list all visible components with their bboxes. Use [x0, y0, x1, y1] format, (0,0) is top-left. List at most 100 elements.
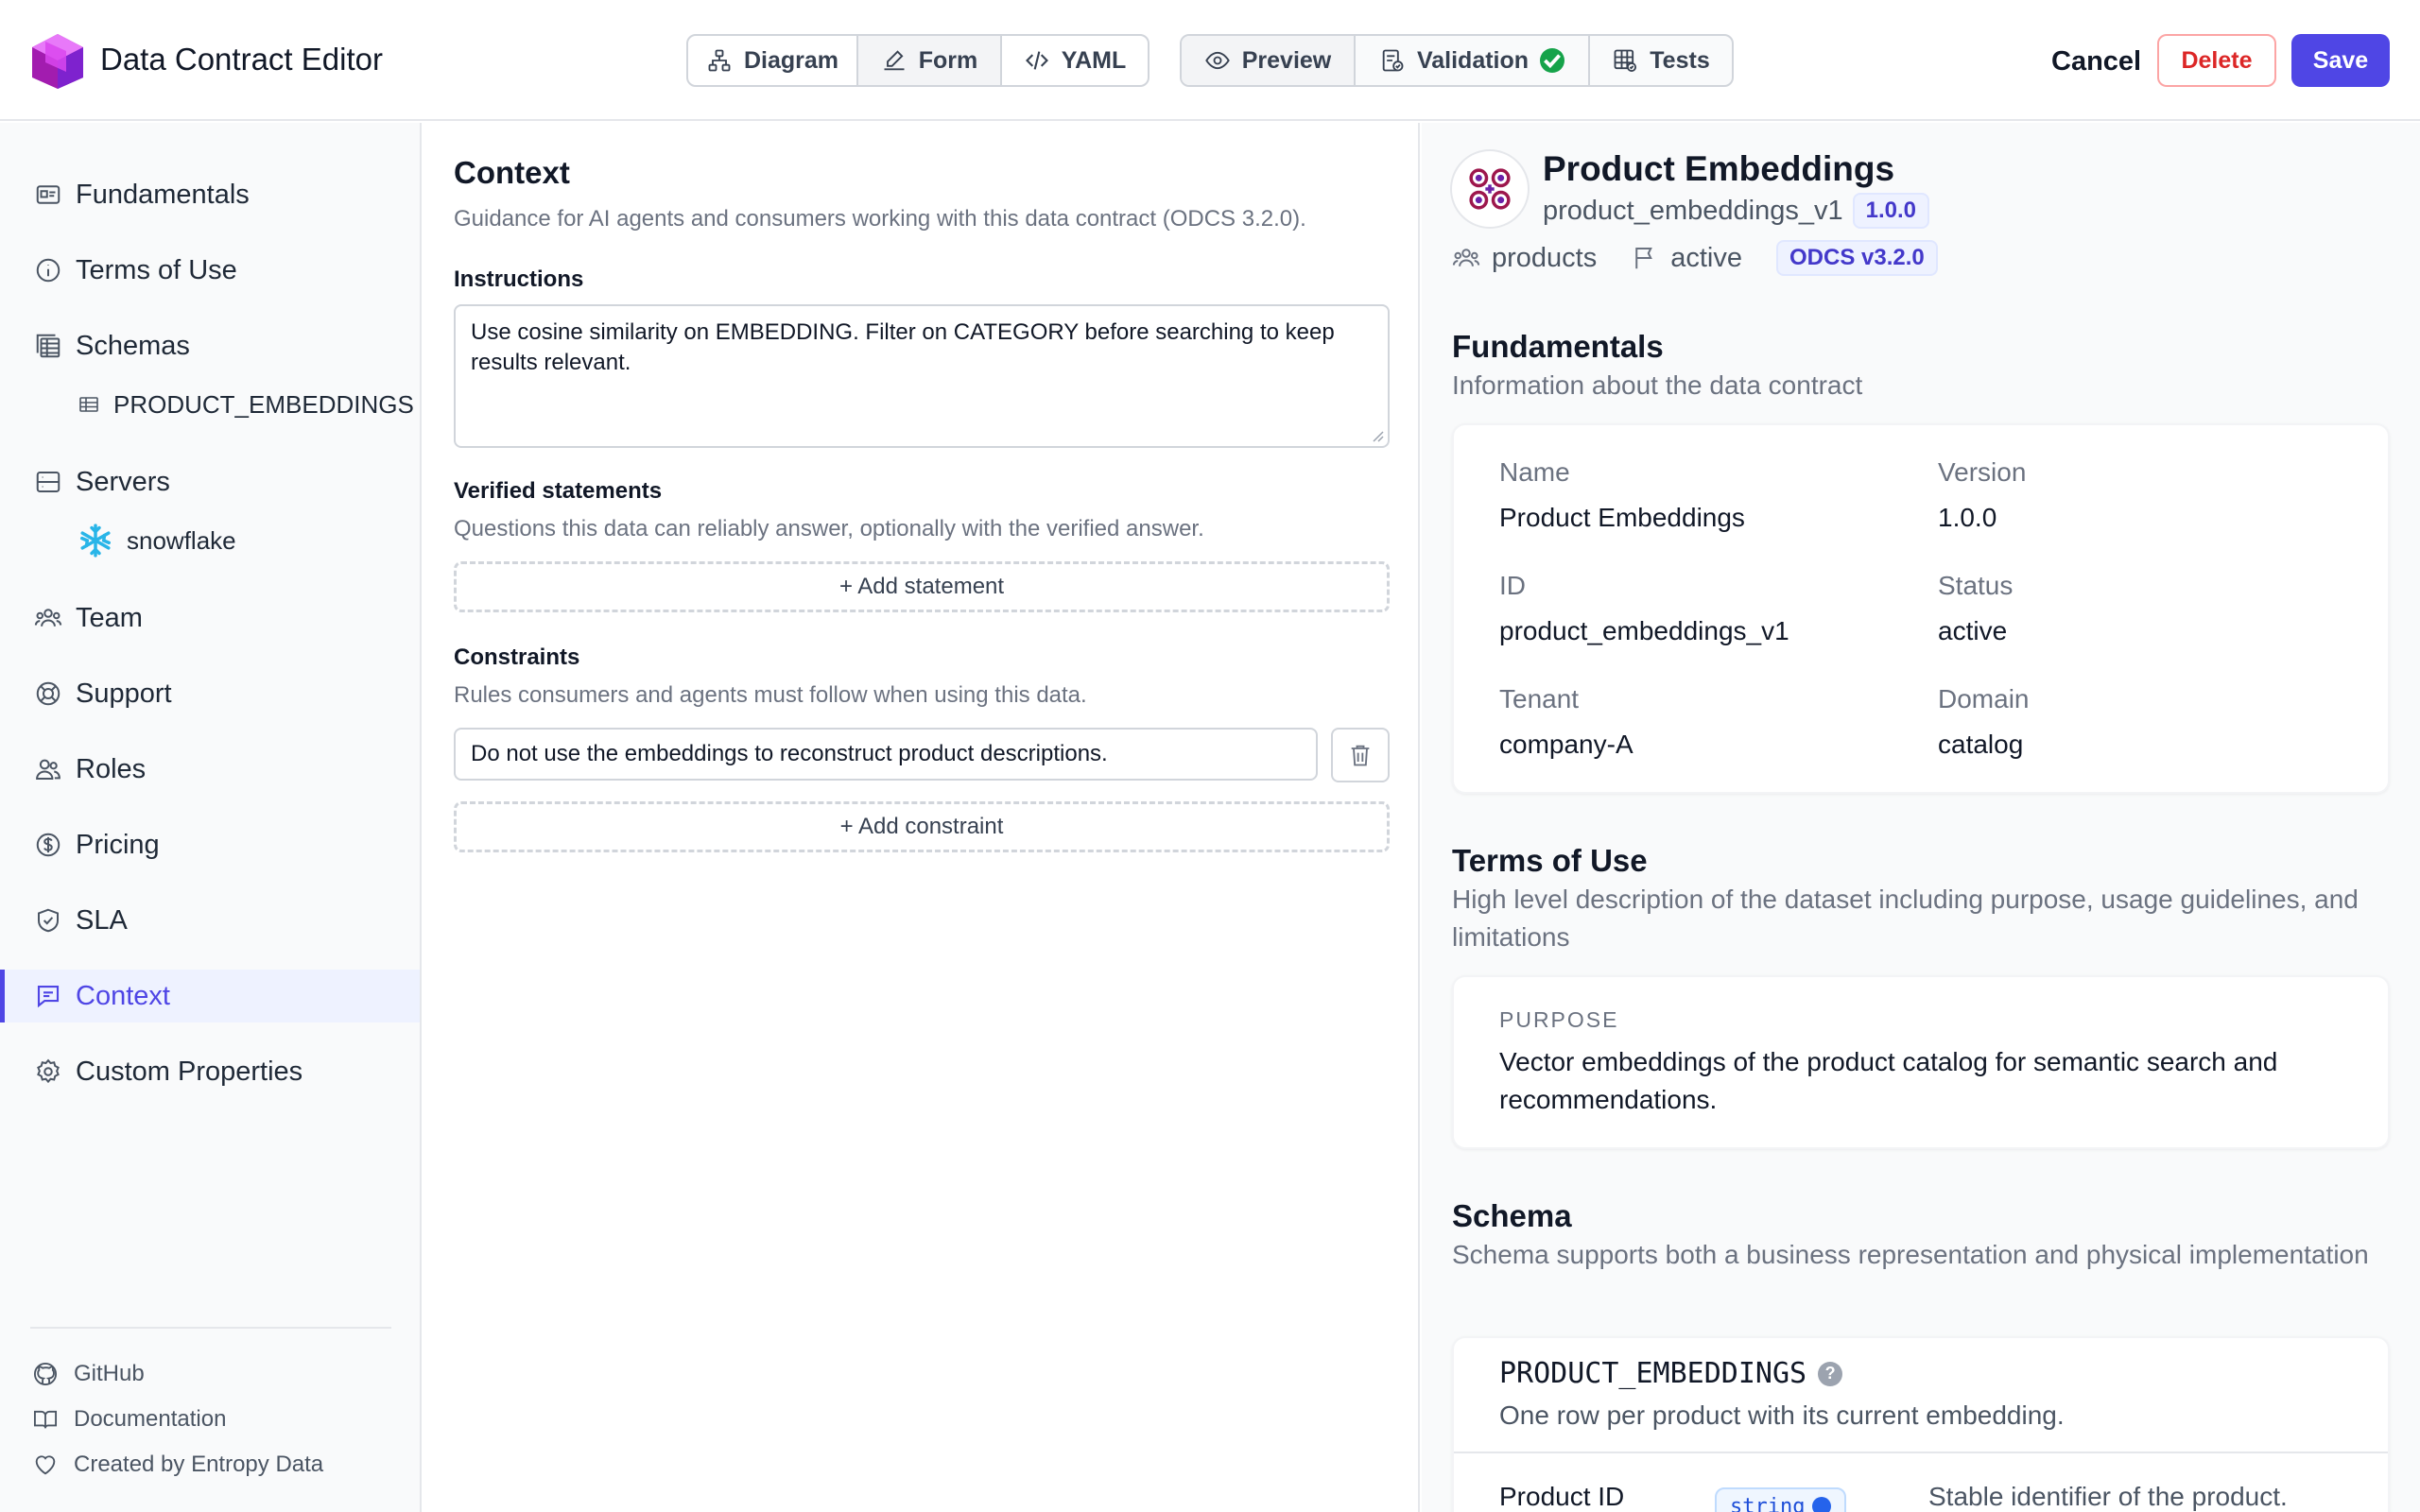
field-value: active	[1938, 616, 2008, 645]
field-label: ID	[1499, 571, 1526, 600]
shield-check-icon	[38, 908, 59, 933]
constraints-label: Constraints	[454, 644, 580, 670]
sidebar-item-label: Schemas	[76, 330, 190, 361]
footer-link-entropy-data[interactable]: Created by Entropy Data	[32, 1448, 323, 1482]
save-button[interactable]: Save	[2291, 34, 2390, 87]
schema-table-name-text: PRODUCT_EMBEDDINGS	[1499, 1357, 1807, 1390]
column-type: string	[1730, 1494, 1806, 1512]
terms-heading: Terms of Use	[1452, 843, 1648, 878]
contract-logo-icon	[1469, 168, 1511, 210]
tab-yaml[interactable]: YAML	[1002, 36, 1148, 85]
info-dot-icon	[1812, 1497, 1832, 1512]
contract-preview: Product Embeddings product_embeddings_v1…	[1422, 123, 2420, 1512]
sidebar: Fundamentals Terms of Use Schemas PRODUC…	[0, 123, 422, 1512]
purpose-text: Vector embeddings of the product catalog…	[1499, 1047, 2278, 1114]
sidebar-item-label: Pricing	[76, 829, 160, 860]
sidebar-item-roles[interactable]: Roles	[0, 743, 420, 796]
support-icon	[36, 681, 60, 706]
tab-form[interactable]: Form	[858, 36, 1002, 85]
app-header: Data Contract Editor Diagram Form YAML P…	[0, 0, 2420, 121]
tab-validation[interactable]: Validation	[1356, 36, 1590, 85]
add-constraint-button[interactable]: + Add constraint	[454, 801, 1390, 852]
sidebar-item-support[interactable]: Support	[0, 667, 420, 720]
app-logo-icon	[32, 34, 83, 89]
server-icon	[36, 472, 60, 492]
sidebar-item-pricing[interactable]: Pricing	[0, 818, 420, 871]
schema-divider	[1454, 1452, 2388, 1453]
tests-icon	[1614, 49, 1637, 73]
schema-subtitle: Schema supports both a business represen…	[1452, 1240, 2369, 1269]
terms-subtitle: High level description of the dataset in…	[1452, 885, 2359, 952]
field-label: Status	[1938, 571, 2014, 600]
github-icon	[33, 1362, 58, 1386]
info-icon	[36, 258, 60, 283]
verified-statements-help: Questions this data can reliably answer,…	[454, 516, 1204, 541]
instructions-value: Use cosine similarity on EMBEDDING. Filt…	[471, 319, 1335, 375]
instructions-textarea[interactable]: Use cosine similarity on EMBEDDING. Filt…	[454, 304, 1390, 448]
contract-meta: products active ODCS v3.2.0	[1452, 240, 1938, 276]
view-switcher: Diagram Form YAML	[686, 34, 1150, 87]
sidebar-item-label: Team	[76, 602, 143, 633]
field-label: Version	[1938, 457, 2027, 487]
version-badge: 1.0.0	[1852, 193, 1930, 229]
fundamentals-heading: Fundamentals	[1452, 329, 1664, 364]
schema-child-label: PRODUCT_EMBEDDINGS	[113, 389, 414, 419]
sidebar-item-context[interactable]: Context	[0, 970, 420, 1022]
sidebar-item-fundamentals[interactable]: Fundamentals	[0, 168, 420, 221]
tab-preview[interactable]: Preview	[1182, 36, 1356, 85]
sidebar-item-label: Servers	[76, 466, 170, 497]
validation-icon	[1382, 49, 1404, 72]
resize-grip-icon[interactable]	[1371, 429, 1384, 442]
sidebar-item-schemas[interactable]: Schemas	[0, 319, 420, 372]
heart-icon	[35, 1455, 56, 1475]
sidebar-item-servers[interactable]: Servers	[0, 455, 420, 508]
cancel-button[interactable]: Cancel	[2051, 38, 2141, 85]
contract-id: product_embeddings_v1	[1543, 195, 1843, 226]
constraint-value: Do not use the embeddings to reconstruct…	[471, 741, 1108, 766]
field-value: catalog	[1938, 730, 2024, 759]
tab-validation-label: Validation	[1416, 46, 1530, 74]
footer-link-label: GitHub	[74, 1361, 145, 1386]
section-description: Guidance for AI agents and consumers wor…	[454, 206, 1306, 232]
sidebar-schema-product-embeddings[interactable]: PRODUCT_EMBEDDINGS	[78, 384, 422, 425]
constraints-help: Rules consumers and agents must follow w…	[454, 682, 1087, 708]
app-title: Data Contract Editor	[100, 42, 383, 77]
column-name: Product ID	[1499, 1482, 1625, 1511]
tab-yaml-label: YAML	[1061, 46, 1127, 74]
tab-preview-label: Preview	[1241, 46, 1332, 74]
instructions-label: Instructions	[454, 266, 584, 292]
field-label: Name	[1499, 457, 1570, 487]
sidebar-item-label: Custom Properties	[76, 1056, 303, 1087]
code-icon	[1025, 51, 1048, 70]
spec-badge: ODCS v3.2.0	[1776, 240, 1938, 276]
table-icon	[79, 397, 98, 412]
eye-icon	[1204, 51, 1230, 70]
constraint-input[interactable]: Do not use the embeddings to reconstruct…	[454, 728, 1318, 781]
sidebar-item-label: Fundamentals	[76, 179, 250, 210]
sidebar-server-snowflake[interactable]: snowflake	[78, 520, 422, 561]
sidebar-item-terms-of-use[interactable]: Terms of Use	[0, 244, 420, 297]
delete-button[interactable]: Delete	[2157, 34, 2276, 87]
verified-statements-label: Verified statements	[454, 478, 663, 504]
footer-link-documentation[interactable]: Documentation	[32, 1402, 226, 1436]
fundamentals-card: Name Product Embeddings Version 1.0.0 ID…	[1452, 423, 2390, 794]
sidebar-item-sla[interactable]: SLA	[0, 894, 420, 947]
section-title: Context	[454, 155, 570, 190]
delete-constraint-button[interactable]	[1331, 728, 1390, 782]
roles-icon	[36, 759, 60, 780]
sidebar-item-custom-properties[interactable]: Custom Properties	[0, 1045, 420, 1098]
contract-avatar	[1450, 149, 1530, 229]
help-icon[interactable]: ?	[1818, 1361, 1843, 1386]
flag-icon	[1635, 248, 1653, 269]
team-icon	[1452, 249, 1480, 266]
tab-diagram[interactable]: Diagram	[688, 36, 858, 85]
sidebar-item-label: SLA	[76, 904, 128, 936]
team-icon	[34, 609, 62, 627]
tab-tests[interactable]: Tests	[1590, 36, 1732, 85]
contract-id-row: product_embeddings_v1 1.0.0	[1543, 193, 1930, 229]
footer-link-github[interactable]: GitHub	[32, 1357, 145, 1391]
add-statement-button[interactable]: + Add statement	[454, 561, 1390, 612]
id-card-icon	[36, 185, 60, 204]
sidebar-item-team[interactable]: Team	[0, 592, 420, 644]
field-value: company-A	[1499, 730, 1634, 759]
